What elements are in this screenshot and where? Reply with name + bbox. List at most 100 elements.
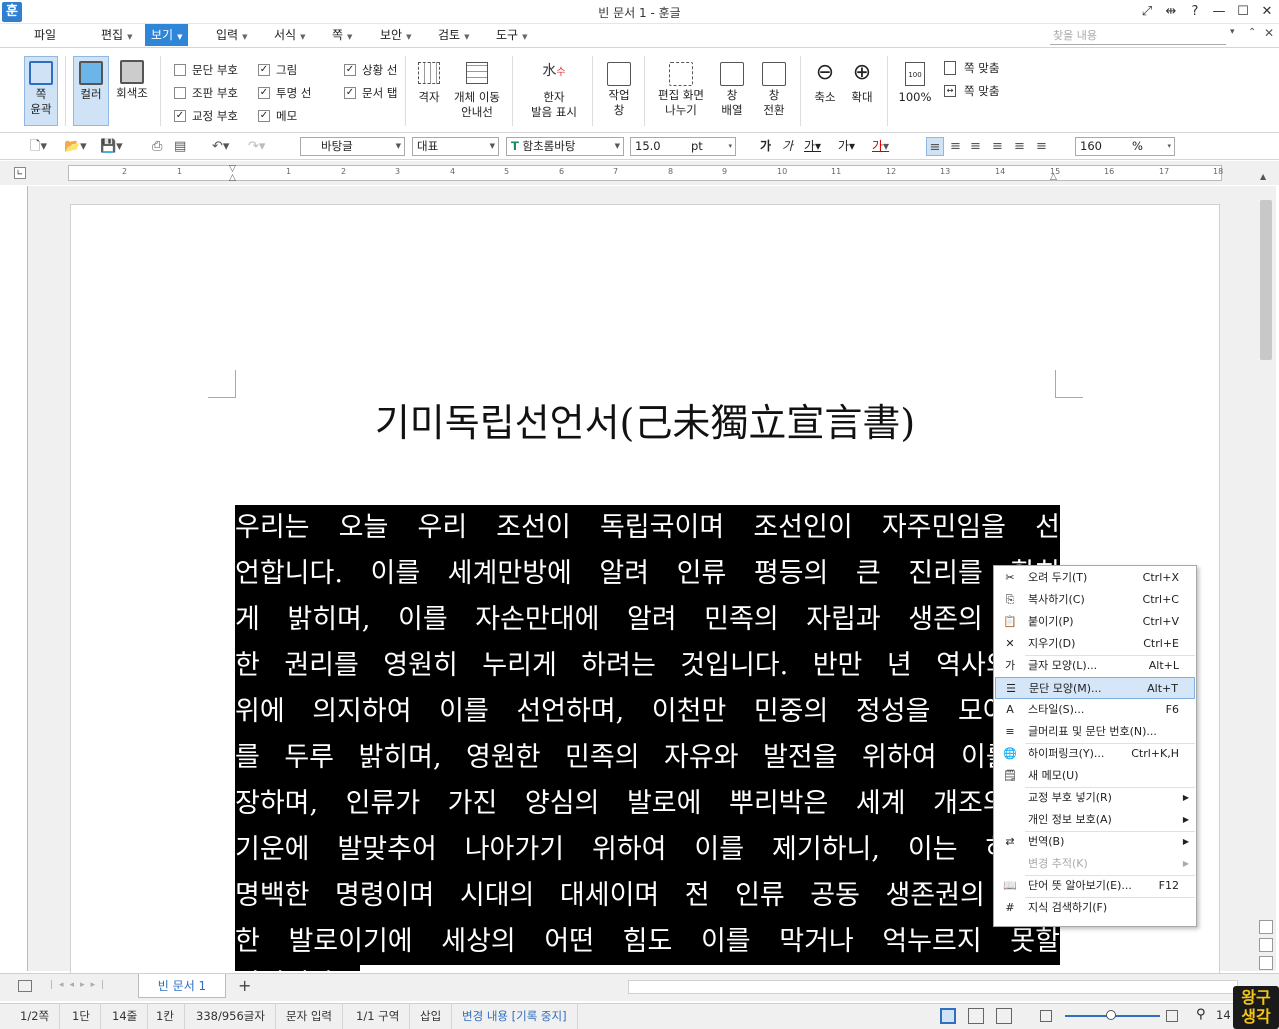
context-privacy[interactable]: 개인 정보 보호(A) ▶: [995, 809, 1195, 831]
zoom-input[interactable]: 160% ▾: [1075, 137, 1175, 156]
undo-icon[interactable]: ↶▾: [212, 137, 229, 156]
zoom-in-small-icon[interactable]: [1166, 1010, 1178, 1022]
menu-1[interactable]: 편집 ▼: [95, 24, 138, 46]
scroll-up-icon[interactable]: ▲: [1260, 172, 1266, 181]
horizontal-scrollbar[interactable]: [628, 980, 1238, 994]
context-para-shape[interactable]: ☰ 문단 모양(M)... Alt+T: [995, 677, 1195, 699]
redo-icon[interactable]: ↷▾: [248, 137, 265, 156]
menu-5[interactable]: 쪽 ▼: [326, 24, 358, 46]
context-hyperlink[interactable]: 🌐 하이퍼링크(Y)... Ctrl+K,H: [995, 743, 1195, 765]
document-line[interactable]: 를 두루 밝히며, 영원한 민족의 자유와 발전을 위하여 이를 주: [235, 735, 1060, 781]
horizontal-ruler[interactable]: [68, 165, 1222, 181]
view-page-icon[interactable]: [940, 1008, 956, 1024]
tab-document[interactable]: 빈 문서 1: [138, 974, 226, 998]
align-center-icon[interactable]: ≡: [970, 137, 981, 156]
prev-page-icon[interactable]: [1259, 920, 1273, 934]
document-line[interactable]: 명백한 명령이며 시대의 대세이며 전 인류 공동 생존권의 정당: [235, 873, 1060, 919]
context-translate[interactable]: ⇄ 번역(B) ▶: [995, 831, 1195, 853]
align-left-icon[interactable]: ≡: [950, 137, 961, 156]
italic-icon[interactable]: 가: [782, 137, 793, 156]
ruler-toggle-icon[interactable]: ∟: [14, 167, 26, 179]
zoom-in-button[interactable]: ⊕ 확대: [845, 58, 879, 126]
search-input[interactable]: 찾을 내용: [1050, 27, 1226, 45]
task-window-button[interactable]: 작업 창: [600, 58, 638, 126]
zoom-slider-handle[interactable]: [1106, 1010, 1116, 1020]
open-icon[interactable]: 📂▾: [64, 137, 87, 156]
fit-page-width-button[interactable]: 쪽 맞춤: [944, 59, 999, 77]
page-outline-button[interactable]: 쪽 윤곽: [24, 56, 58, 126]
vertical-ruler[interactable]: [10, 186, 28, 971]
hanja-pronunciation-button[interactable]: 水수 한자 발음 표시: [524, 58, 584, 126]
close-icon[interactable]: ✕: [1255, 0, 1279, 24]
scroll-thumb[interactable]: [1260, 200, 1272, 360]
checkbox-6[interactable]: ✓ 상황 선: [344, 61, 397, 79]
context-proof-mark[interactable]: 교정 부호 넣기(R) ▶: [995, 787, 1195, 809]
font-select[interactable]: T 함초롬바탕 ▼: [506, 137, 624, 156]
maximize-icon[interactable]: ☐: [1231, 0, 1255, 24]
divide-icon[interactable]: ≡: [1036, 137, 1047, 156]
right-margin-marker[interactable]: △: [1050, 172, 1057, 182]
status-item[interactable]: 변경 내용 [기록 중지]: [452, 1003, 578, 1029]
document-title[interactable]: 기미독립선언서(己未獨立宣言書): [70, 392, 1220, 447]
context-bullets[interactable]: ≡ 글머리표 및 문단 번호(N)...: [995, 721, 1195, 743]
align-justify-icon[interactable]: ≡: [926, 137, 944, 156]
context-new-memo[interactable]: 🗒 새 메모(U): [995, 765, 1195, 787]
menu-0[interactable]: 파일: [28, 24, 62, 46]
status-item[interactable]: 14줄: [102, 1003, 149, 1029]
context-style[interactable]: A 스타일(S)... F6: [995, 699, 1195, 721]
superscript-icon[interactable]: 가▾: [838, 137, 855, 156]
distribute-icon[interactable]: ≡: [1014, 137, 1025, 156]
status-item[interactable]: 삽입: [410, 1003, 453, 1029]
fullscreen-icon[interactable]: ⤢: [1135, 0, 1159, 24]
context-char-shape[interactable]: 가 글자 모양(L)... Alt+L: [995, 655, 1195, 677]
status-item[interactable]: 1단: [62, 1003, 101, 1029]
context-delete[interactable]: ✕ 지우기(D) Ctrl+E: [995, 633, 1195, 655]
status-item[interactable]: 1/2쪽: [10, 1003, 61, 1029]
status-item[interactable]: 338/956글자: [186, 1003, 276, 1029]
switch-window-button[interactable]: 창 전환: [755, 58, 793, 126]
grid-button[interactable]: 격자: [412, 58, 446, 126]
split-view-button[interactable]: 편집 화면 나누기: [652, 58, 710, 126]
next-page-icon[interactable]: [1259, 956, 1273, 970]
help-icon[interactable]: ?: [1183, 0, 1207, 24]
ribbon-collapse-icon[interactable]: ⌃: [1248, 27, 1256, 38]
status-item[interactable]: 문자 입력: [276, 1003, 343, 1029]
context-copy[interactable]: ⎘ 복사하기(C) Ctrl+C: [995, 589, 1195, 611]
color-button[interactable]: 컬러: [73, 56, 109, 126]
document-line[interactable]: 기운에 발맞추어 나아가기 위하여 이를 제기하니, 이는 하늘의: [235, 827, 1060, 873]
checkbox-2[interactable]: 조판 부호: [174, 84, 238, 102]
context-cut[interactable]: ✂ 오려 두기(T) Ctrl+X: [995, 567, 1195, 589]
checkbox-5[interactable]: ✓ 메모: [258, 107, 297, 125]
zoom-out-small-icon[interactable]: [1040, 1010, 1052, 1022]
menu-4[interactable]: 서식 ▼: [268, 24, 311, 46]
document-line[interactable]: 위에 의지하여 이를 선언하며, 이천만 민중의 정성을 모아 이: [235, 689, 1060, 735]
language-select[interactable]: 대표 ▼: [412, 137, 499, 156]
document-line[interactable]: 게 밝히며, 이를 자손만대에 알려 민족의 자립과 생존의 정당: [235, 597, 1060, 643]
style-select[interactable]: 바탕글 ▼: [300, 137, 405, 156]
document-line[interactable]: 한 권리를 영원히 누리게 하려는 것입니다. 반만 년 역사의 권: [235, 643, 1060, 689]
resize-icon[interactable]: ⇹: [1159, 0, 1183, 24]
indent-marker[interactable]: ▽ △: [229, 165, 239, 183]
menu-8[interactable]: 도구 ▼: [490, 24, 533, 46]
font-size-input[interactable]: 15.0 pt ▾: [630, 137, 736, 156]
grayscale-button[interactable]: 회색조: [112, 56, 152, 126]
status-item[interactable]: 1/1 구역: [346, 1003, 411, 1029]
tab-list-icon[interactable]: [18, 980, 32, 992]
arrange-windows-button[interactable]: 창 배열: [714, 58, 750, 126]
view-width-icon[interactable]: [968, 1008, 984, 1024]
checkbox-0[interactable]: 문단 부호: [174, 61, 238, 79]
fit-page-button[interactable]: ↔ 쪽 맞춤: [944, 82, 999, 100]
magnifier-icon[interactable]: ⚲: [1196, 1007, 1206, 1022]
object-move-guide-button[interactable]: 개체 이동 안내선: [450, 58, 504, 126]
checkbox-4[interactable]: ✓ 교정 부호: [174, 107, 238, 125]
checkbox-3[interactable]: ✓ 투명 선: [258, 84, 311, 102]
preview-icon[interactable]: ▤: [174, 137, 186, 156]
zoom-out-button[interactable]: ⊖ 축소: [808, 58, 842, 126]
bold-icon[interactable]: 가: [760, 137, 771, 156]
menu-3[interactable]: 입력 ▼: [210, 24, 253, 46]
status-item[interactable]: 1칸: [146, 1003, 185, 1029]
checkbox-1[interactable]: ✓ 그림: [258, 61, 297, 79]
menu-2[interactable]: 보기 ▼: [145, 24, 189, 46]
print-icon[interactable]: ⎙: [152, 137, 162, 156]
document-line[interactable]: 우리는 오늘 우리 조선이 독립국이며 조선인이 자주민임을 선: [235, 505, 1060, 551]
